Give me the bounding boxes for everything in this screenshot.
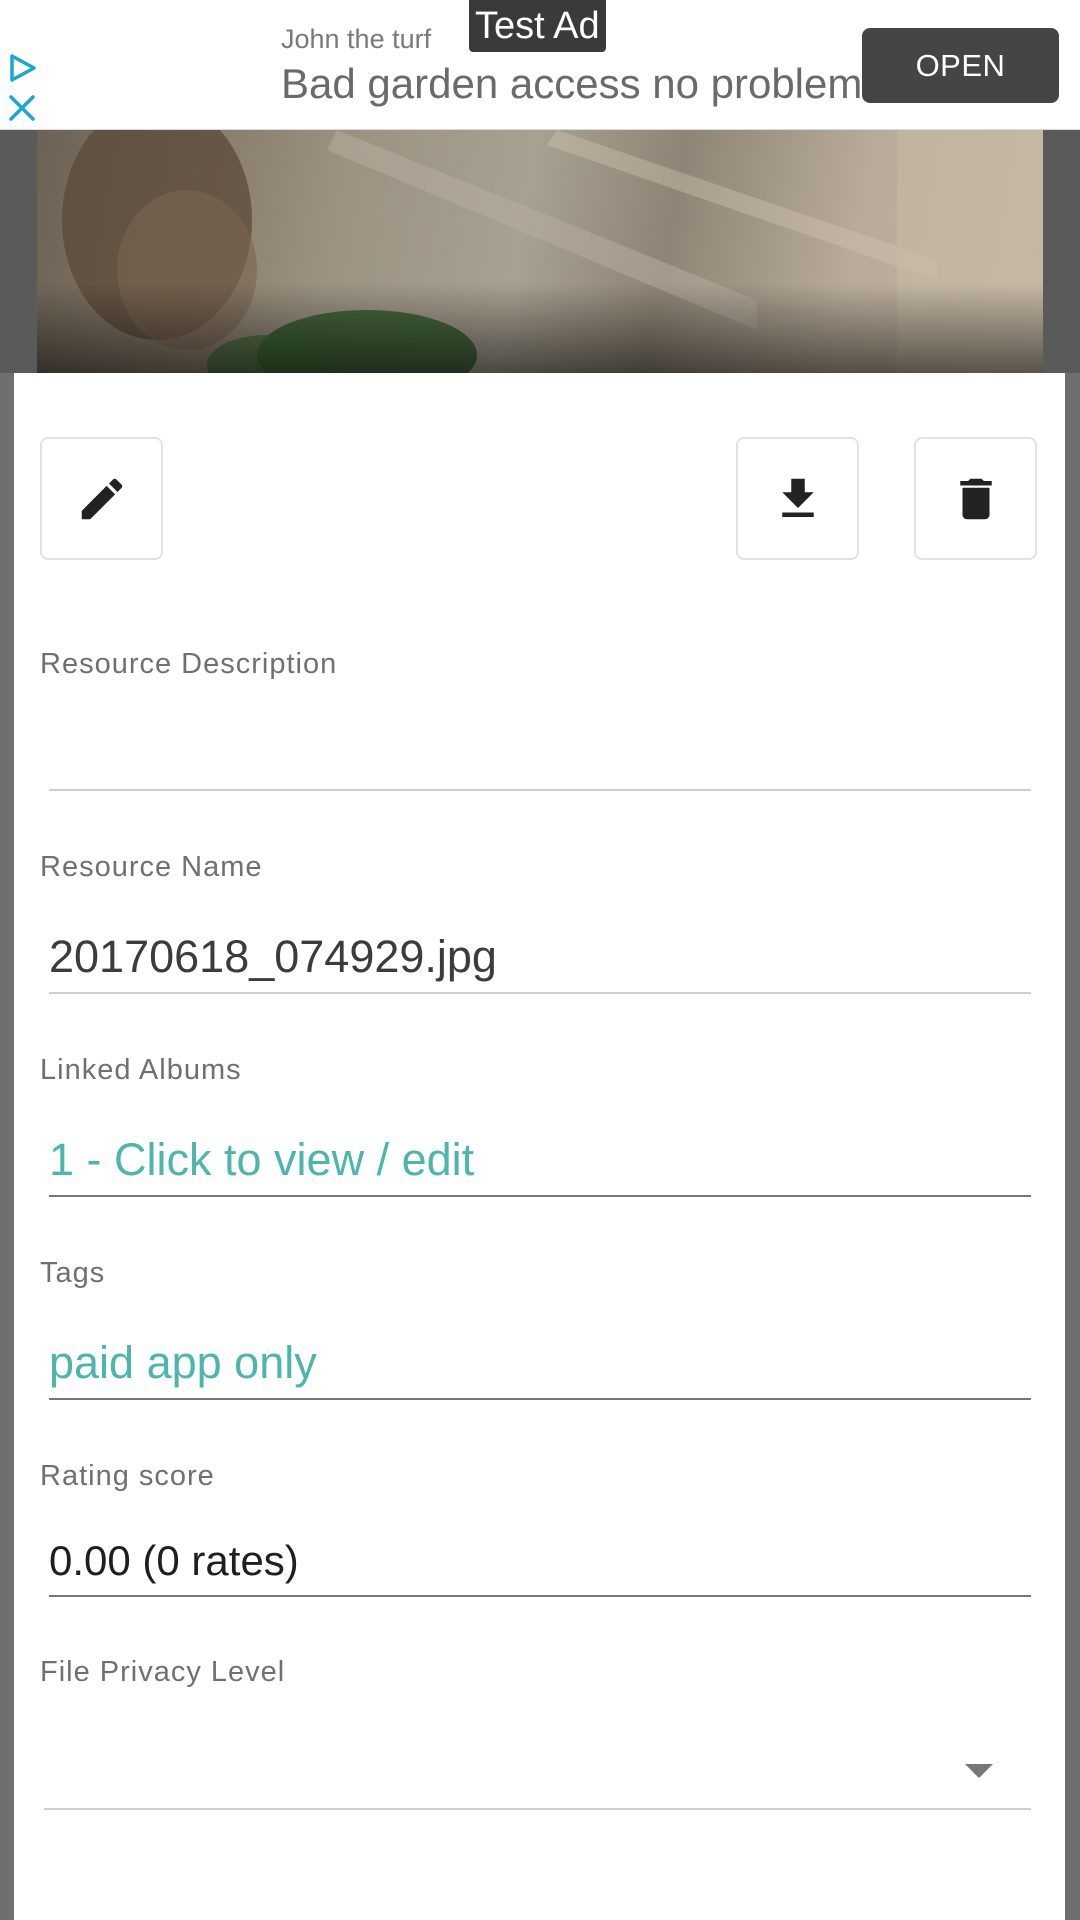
ad-icons — [6, 52, 42, 124]
resource-details-card: Resource Description Resource Name 20170… — [14, 373, 1065, 1920]
ad-choices-play-icon[interactable] — [6, 52, 38, 84]
tags-label: Tags — [40, 1257, 106, 1289]
privacy-underline — [44, 1808, 1031, 1810]
pencil-icon — [81, 478, 122, 519]
name-underline — [49, 992, 1031, 994]
close-icon[interactable] — [8, 94, 36, 122]
albums-label: Linked Albums — [40, 1054, 242, 1086]
name-input[interactable]: 20170618_074929.jpg — [49, 929, 1031, 985]
albums-link[interactable]: 1 - Click to view / edit — [49, 1132, 1031, 1188]
ad-open-button[interactable]: OPEN — [862, 28, 1059, 103]
tags-underline — [49, 1398, 1031, 1400]
rating-value: 0.00 (0 rates) — [49, 1537, 299, 1584]
ad-advertiser: John the turf — [281, 24, 432, 54]
rating-label: Rating score — [40, 1460, 215, 1492]
name-label: Resource Name — [40, 851, 263, 883]
rating-underline — [49, 1595, 1031, 1597]
description-underline — [49, 789, 1031, 791]
albums-underline — [49, 1195, 1031, 1197]
download-icon — [781, 478, 814, 517]
privacy-label: File Privacy Level — [40, 1656, 286, 1688]
photo-content — [62, 130, 1043, 373]
edit-button[interactable] — [40, 437, 163, 560]
download-button[interactable] — [736, 437, 859, 560]
trash-icon — [959, 478, 992, 519]
test-ad-badge: Test Ad — [469, 0, 606, 52]
photo-strip — [0, 130, 1080, 373]
tags-field[interactable]: paid app only — [49, 1335, 1031, 1391]
image-preview[interactable] — [37, 130, 1043, 373]
chevron-down-icon[interactable] — [965, 1764, 993, 1778]
delete-button[interactable] — [914, 437, 1037, 560]
description-label: Resource Description — [40, 648, 338, 680]
ad-banner[interactable]: John the turf Test Ad Bad garden access … — [0, 0, 1080, 130]
ad-headline[interactable]: Bad garden access no problem — [281, 58, 871, 110]
